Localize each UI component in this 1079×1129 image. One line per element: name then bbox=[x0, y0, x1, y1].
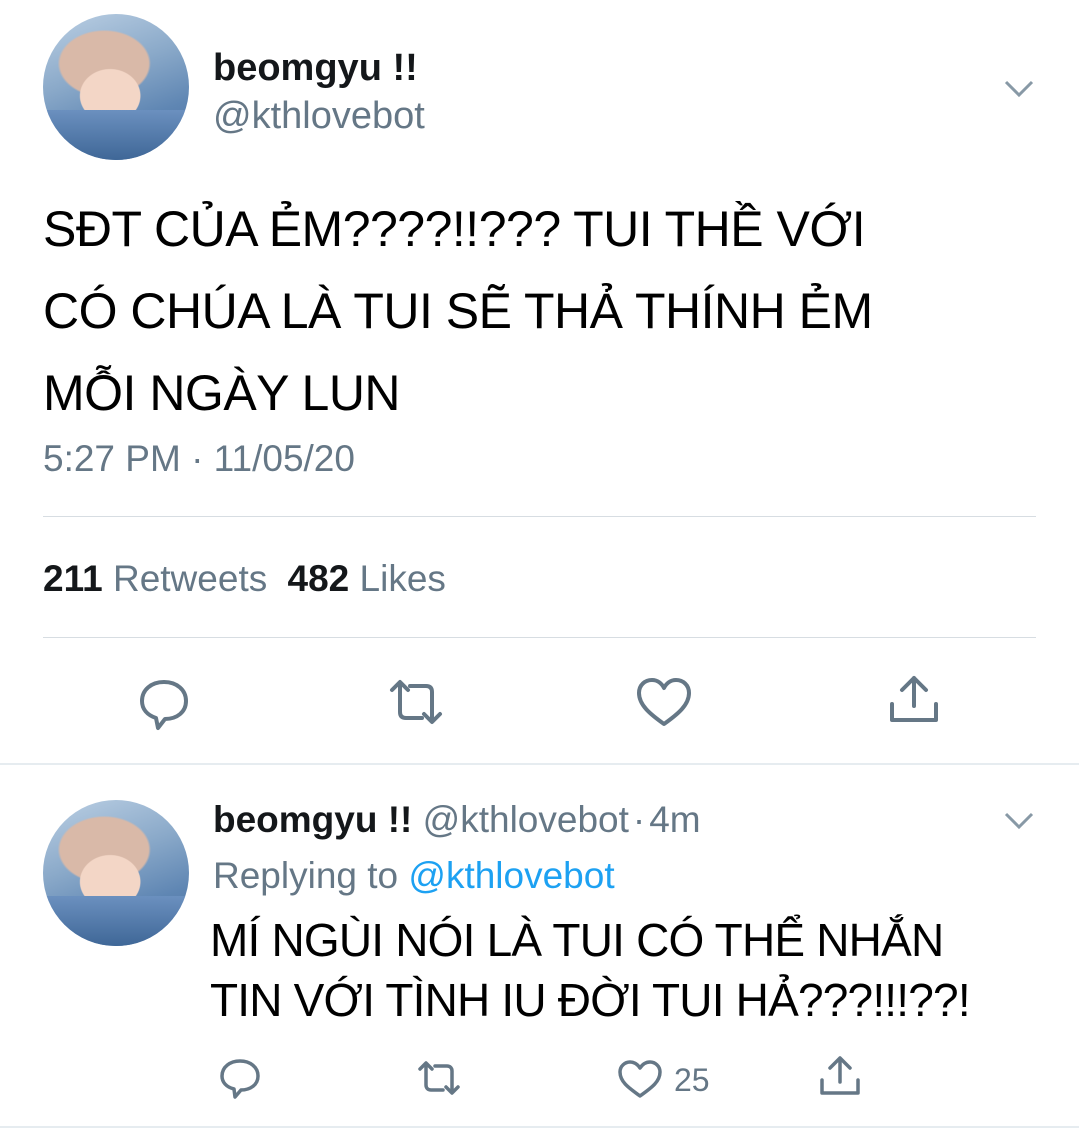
retweet-count[interactable]: 211 bbox=[43, 558, 103, 599]
tweet-text: SĐT CỦA ẺM????!!??? TUI THỀ VỚI CÓ CHÚA … bbox=[43, 188, 873, 434]
display-name[interactable]: beomgyu !! bbox=[213, 46, 418, 90]
handle[interactable]: @kthlovebot bbox=[213, 94, 425, 138]
chevron-down-icon[interactable] bbox=[1000, 806, 1038, 834]
reply-header: beomgyu !! @kthlovebot · 4m bbox=[213, 798, 701, 842]
avatar[interactable] bbox=[43, 800, 189, 946]
separator: · bbox=[632, 799, 646, 840]
reply-text-line: TIN VỚI TÌNH IU ĐỜI TUI HẢ???!!!??! bbox=[210, 974, 971, 1026]
heart-icon[interactable] bbox=[632, 672, 696, 732]
divider bbox=[0, 1126, 1079, 1128]
handle[interactable]: @kthlovebot bbox=[423, 799, 629, 840]
reply-icon[interactable] bbox=[216, 1055, 264, 1101]
retweet-label[interactable]: Retweets bbox=[113, 558, 267, 599]
tweet-text-line: CÓ CHÚA LÀ TUI SẼ THẢ THÍNH ẺM bbox=[43, 283, 873, 339]
retweet-icon[interactable] bbox=[382, 672, 450, 732]
divider bbox=[43, 637, 1036, 638]
tweet-age[interactable]: 4m bbox=[649, 799, 700, 840]
display-name[interactable]: beomgyu !! bbox=[213, 799, 412, 840]
share-icon[interactable] bbox=[814, 1052, 866, 1100]
like-count[interactable]: 482 bbox=[288, 558, 350, 599]
heart-icon[interactable] bbox=[614, 1056, 666, 1102]
divider bbox=[43, 516, 1036, 517]
share-icon[interactable] bbox=[882, 670, 946, 730]
replying-prefix: Replying to bbox=[213, 855, 399, 896]
engagement-stats: 211 Retweets 482 Likes bbox=[43, 556, 446, 602]
replying-to: Replying to @kthlovebot bbox=[213, 854, 615, 898]
retweet-icon[interactable] bbox=[412, 1055, 466, 1101]
like-count[interactable]: 25 bbox=[674, 1060, 710, 1100]
reply-text: MÍ NGÙI NÓI LÀ TUI CÓ THỂ NHẮN TIN VỚI T… bbox=[210, 910, 971, 1030]
like-label[interactable]: Likes bbox=[360, 558, 446, 599]
divider bbox=[0, 763, 1079, 765]
reply-text-line: MÍ NGÙI NÓI LÀ TUI CÓ THỂ NHẮN bbox=[210, 914, 944, 966]
reply-icon[interactable] bbox=[134, 672, 194, 732]
tweet-text-line: MỖI NGÀY LUN bbox=[43, 365, 401, 421]
chevron-down-icon[interactable] bbox=[1000, 74, 1038, 102]
timestamp[interactable]: 5:27 PM · 11/05/20 bbox=[43, 436, 355, 482]
avatar[interactable] bbox=[43, 14, 189, 160]
tweet-text-line: SĐT CỦA ẺM????!!??? TUI THỀ VỚI bbox=[43, 201, 866, 257]
replying-to-link[interactable]: @kthlovebot bbox=[408, 855, 614, 896]
